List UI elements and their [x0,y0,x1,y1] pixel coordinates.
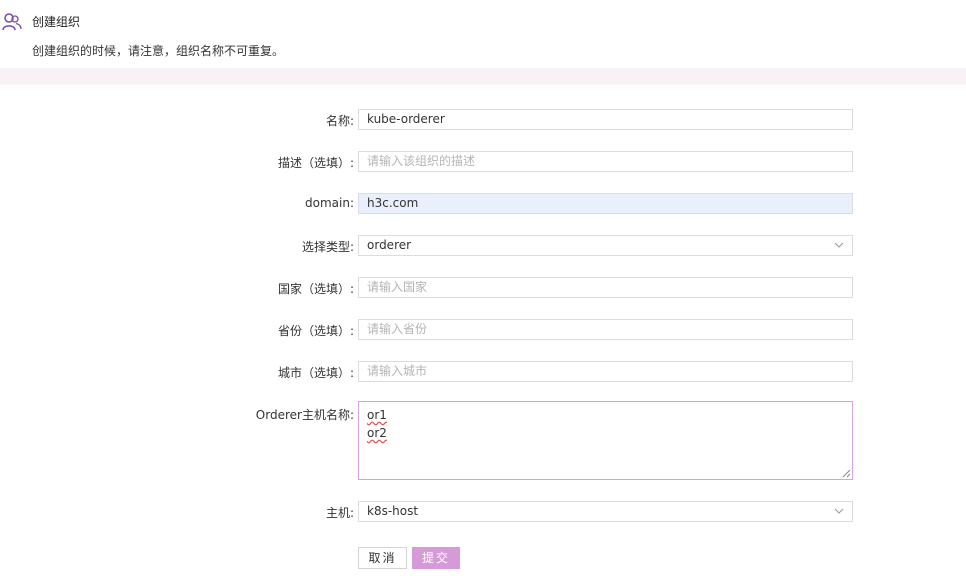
province-label: 省份（选填）: [277,324,354,338]
city-row: 城市（选填）: 请输入城市 [0,361,966,383]
resize-handle-icon[interactable] [842,469,851,478]
host-label: 主机: [325,506,354,520]
domain-label: domain: [305,196,354,210]
domain-input[interactable]: h3c.com [358,193,853,214]
name-label: 名称: [325,114,354,128]
chevron-down-icon [834,242,844,248]
orderer-host-line: or2 [367,426,387,440]
users-icon [2,13,22,31]
page-description: 创建组织的时候，请注意，组织名称不可重复。 [32,44,285,58]
name-input[interactable]: kube-orderer [358,109,853,130]
country-label: 国家（选填）: [277,282,354,296]
province-input[interactable]: 请输入省份 [358,319,853,340]
chevron-down-icon [834,508,844,514]
type-row: 选择类型: orderer [0,235,966,257]
host-row: 主机: k8s-host [0,501,966,523]
description-input[interactable]: 请输入该组织的描述 [358,151,853,172]
cancel-button[interactable]: 取消 [358,547,407,569]
country-input[interactable]: 请输入国家 [358,277,853,298]
domain-row: domain: h3c.com [0,193,966,215]
name-row: 名称: kube-orderer [0,109,966,131]
host-select[interactable]: k8s-host [358,501,853,522]
page-title: 创建组织 [32,15,81,29]
type-label: 选择类型: [301,240,354,254]
description-row: 描述（选填）: 请输入该组织的描述 [0,151,966,173]
city-input[interactable]: 请输入城市 [358,361,853,382]
orderer-hosts-row: Orderer主机名称: or1 or2 [0,401,966,481]
host-select-value: k8s-host [367,504,419,518]
orderer-hosts-textarea[interactable]: or1 or2 [358,401,853,480]
country-row: 国家（选填）: 请输入国家 [0,277,966,299]
type-select[interactable]: orderer [358,235,853,256]
orderer-hosts-label: Orderer主机名称: [255,408,354,422]
type-select-value: orderer [367,238,412,252]
description-label: 描述（选填）: [277,156,354,170]
city-label: 城市（选填）: [277,366,354,380]
header-divider [0,68,966,85]
page-header: 创建组织 创建组织的时候，请注意，组织名称不可重复。 [0,0,966,68]
orderer-host-line: or1 [367,408,387,422]
submit-button[interactable]: 提交 [412,547,460,569]
province-row: 省份（选填）: 请输入省份 [0,319,966,341]
